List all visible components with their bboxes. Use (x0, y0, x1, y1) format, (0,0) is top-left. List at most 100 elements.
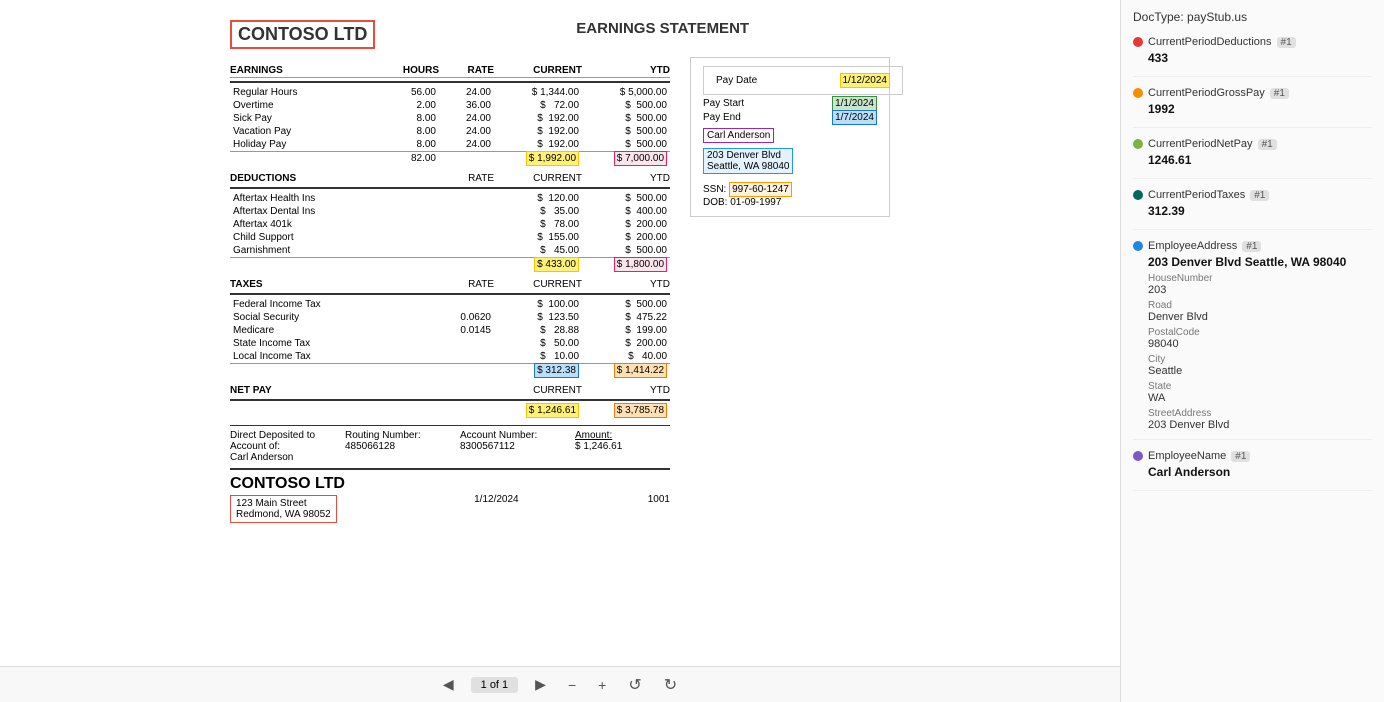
deposit-label: Direct Deposited to Account of: (230, 430, 325, 452)
row-rate: 0.0620 (384, 311, 494, 324)
deductions-label: DEDUCTIONS (230, 173, 384, 184)
deductions-total-ytd: $ 1,800.00 (582, 258, 670, 272)
deductions-table: Aftertax Health Ins $ 120.00 $ 500.00 Af… (230, 192, 670, 271)
pay-start-value: 1/1/2024 (832, 98, 877, 109)
row-label: Social Security (230, 311, 384, 324)
zoom-in-button[interactable]: + (593, 675, 611, 695)
deductions-total-row: $ 433.00 $ 1,800.00 (230, 258, 670, 272)
row-current: $ 28.88 (494, 324, 582, 337)
row-label: Overtime (230, 99, 384, 112)
row-ytd: $ 500.00 (582, 192, 670, 205)
footer-addr-line2: Redmond, WA 98052 (236, 509, 331, 520)
footer-address: 123 Main Street Redmond, WA 98052 (230, 495, 337, 523)
right-panel: DocType: payStub.us CurrentPeriodDeducti… (1120, 0, 1384, 702)
row-label: Sick Pay (230, 112, 384, 125)
netpay-current-value: $ 1,246.61 (494, 404, 582, 417)
row-label: Aftertax 401k (230, 218, 384, 231)
row-current: $ 192.00 (494, 125, 582, 138)
field-item-currentperioddeductions: CurrentPeriodDeductions #1 433 (1133, 36, 1372, 77)
table-row: Vacation Pay 8.00 24.00 $ 192.00 $ 500.0… (230, 125, 670, 138)
deductions-rate-header: RATE (384, 173, 494, 184)
row-hours: 8.00 (384, 125, 439, 138)
account-label: Account Number: (460, 430, 555, 441)
company-name: CONTOSO LTD (230, 20, 375, 49)
row-current: $ 120.00 (494, 192, 582, 205)
netpay-table: $ 1,246.61 $ 3,785.78 (230, 404, 670, 417)
row-rate: 0.0145 (384, 324, 494, 337)
field-header: CurrentPeriodGrossPay #1 (1133, 87, 1372, 99)
row-ytd: $ 500.00 (582, 112, 670, 125)
routing-value: 485066128 (345, 441, 440, 452)
field-value: 312.39 (1133, 204, 1372, 218)
row-current: $ 45.00 (494, 244, 582, 258)
row-current: $ 192.00 (494, 112, 582, 125)
sub-field-value: Denver Blvd (1148, 311, 1372, 323)
row-rate: 24.00 (439, 125, 494, 138)
dob-label: DOB: (703, 197, 727, 208)
next-page-button[interactable]: ▶ (530, 674, 551, 695)
footer-left: CONTOSO LTD 123 Main Street Redmond, WA … (230, 475, 345, 523)
rotate-left-button[interactable]: ↺ (623, 673, 646, 697)
pay-start-label: Pay Start (703, 98, 744, 109)
earnings-title: EARNINGS STATEMENT (375, 20, 890, 37)
sub-field-label: HouseNumber (1148, 273, 1372, 284)
pay-date-label: Pay Date (716, 75, 757, 86)
table-row: Aftertax Dental Ins $ 35.00 $ 400.00 (230, 205, 670, 218)
footer-date: 1/12/2024 (474, 494, 519, 505)
table-row: Local Income Tax $ 10.00 $ 40.00 (230, 350, 670, 364)
deposit-col-name: Direct Deposited to Account of: Carl And… (230, 430, 325, 463)
table-row: Aftertax Health Ins $ 120.00 $ 500.00 (230, 192, 670, 205)
field-badge: #1 (1277, 37, 1296, 48)
taxes-current-header: CURRENT (494, 279, 582, 290)
table-row: Aftertax 401k $ 78.00 $ 200.00 (230, 218, 670, 231)
taxes-total-current: $ 312.38 (494, 364, 582, 378)
table-row: Medicare 0.0145 $ 28.88 $ 199.00 (230, 324, 670, 337)
sub-field-value: Seattle (1148, 365, 1372, 377)
field-name: CurrentPeriodDeductions (1148, 36, 1272, 48)
row-label: Regular Hours (230, 86, 384, 99)
taxes-label: TAXES (230, 279, 384, 290)
row-label: Federal Income Tax (230, 298, 384, 311)
prev-page-button[interactable]: ◀ (438, 674, 459, 695)
field-item-employeeaddress: EmployeeAddress #1 203 Denver Blvd Seatt… (1133, 240, 1372, 440)
footer-number: 1001 (648, 494, 670, 505)
pay-end-value: 1/7/2024 (832, 112, 877, 123)
row-ytd: $ 500.00 (582, 138, 670, 152)
sub-field-value: WA (1148, 392, 1372, 404)
employee-address: 203 Denver Blvd Seattle, WA 98040 (703, 148, 877, 174)
ytd-col-header: YTD (582, 65, 670, 76)
rotate-right-button[interactable]: ↻ (659, 673, 682, 697)
row-rate (384, 337, 494, 350)
row-rate (384, 218, 494, 231)
deposit-col-routing: Routing Number: 485066128 (345, 430, 440, 463)
sub-field: HouseNumber 203 (1133, 273, 1372, 296)
pay-date-value: 1/12/2024 (840, 75, 891, 86)
row-rate (384, 205, 494, 218)
pay-date-row: Pay Date 1/12/2024 (703, 66, 903, 95)
paystub-header: CONTOSO LTD EARNINGS STATEMENT (230, 20, 890, 49)
field-name: EmployeeName (1148, 450, 1226, 462)
document-viewer: CONTOSO LTD EARNINGS STATEMENT EARNINGS … (0, 0, 1120, 702)
pay-end-label: Pay End (703, 112, 741, 123)
field-badge: #1 (1242, 241, 1261, 252)
row-current: $ 78.00 (494, 218, 582, 231)
sub-field: City Seattle (1133, 354, 1372, 377)
rate-col-header: RATE (439, 65, 494, 76)
deductions-ytd-header: YTD (582, 173, 670, 184)
zoom-out-button[interactable]: − (563, 675, 581, 695)
netpay-row: $ 1,246.61 $ 3,785.78 (230, 404, 670, 417)
sub-field: Road Denver Blvd (1133, 300, 1372, 323)
row-ytd: $ 500.00 (582, 99, 670, 112)
row-current: $ 123.50 (494, 311, 582, 324)
field-header: CurrentPeriodTaxes #1 (1133, 189, 1372, 201)
row-ytd: $ 5,000.00 (582, 86, 670, 99)
field-dot (1133, 88, 1143, 98)
field-header: CurrentPeriodNetPay #1 (1133, 138, 1372, 150)
doc-content: CONTOSO LTD EARNINGS STATEMENT EARNINGS … (0, 0, 1120, 666)
footer-bar: CONTOSO LTD 123 Main Street Redmond, WA … (230, 468, 670, 523)
row-current: $ 155.00 (494, 231, 582, 244)
sub-field: StreetAddress 203 Denver Blvd (1133, 408, 1372, 431)
sub-field-value: 203 Denver Blvd (1148, 419, 1372, 431)
field-dot (1133, 139, 1143, 149)
employee-name: Carl Anderson (703, 128, 774, 143)
